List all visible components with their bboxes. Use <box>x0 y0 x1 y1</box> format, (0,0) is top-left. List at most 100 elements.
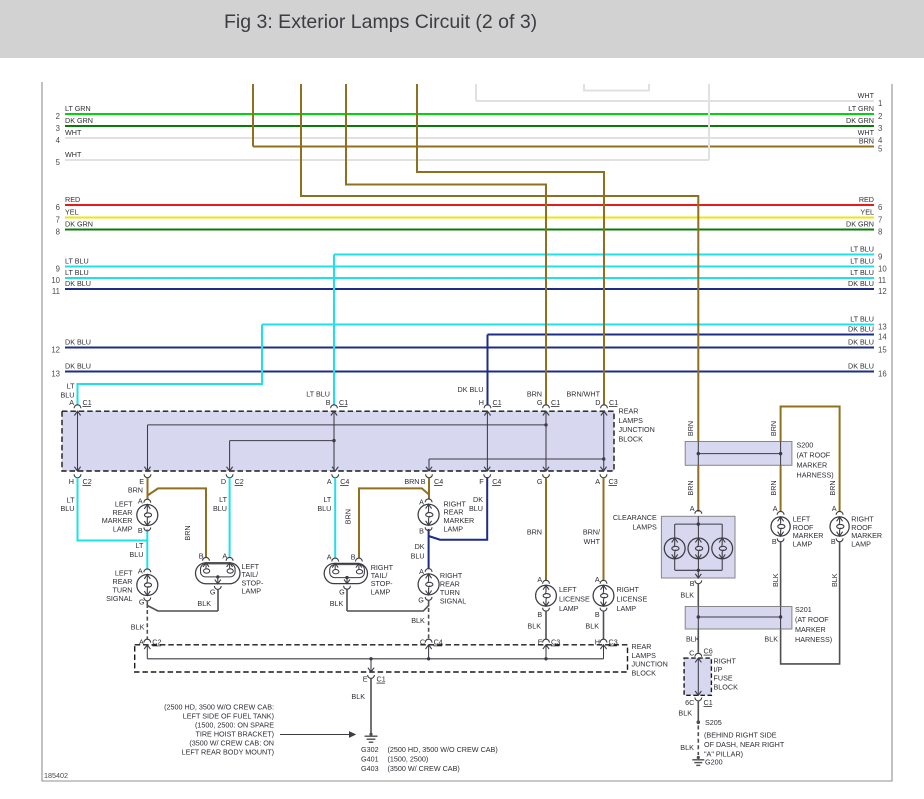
svg-text:A: A <box>595 477 600 486</box>
svg-text:A: A <box>138 496 143 505</box>
svg-text:A: A <box>773 504 778 513</box>
svg-text:5: 5 <box>56 158 61 167</box>
svg-text:BRN: BRN <box>769 480 778 495</box>
svg-text:C1: C1 <box>551 398 560 407</box>
svg-text:LT GRN: LT GRN <box>65 104 91 113</box>
svg-text:BLU: BLU <box>129 550 143 559</box>
svg-text:BLU: BLU <box>469 504 483 513</box>
svg-text:(1500, 2500): (1500, 2500) <box>388 755 429 764</box>
svg-text:B: B <box>690 579 695 588</box>
svg-text:DK BLU: DK BLU <box>848 325 874 334</box>
svg-text:2: 2 <box>56 112 60 121</box>
svg-text:LAMP: LAMP <box>851 540 871 549</box>
svg-text:BRN: BRN <box>769 421 778 436</box>
svg-text:DK BLU: DK BLU <box>848 279 874 288</box>
svg-text:BRN: BRN <box>404 477 419 486</box>
svg-text:RIGHT: RIGHT <box>617 585 640 594</box>
svg-text:14: 14 <box>878 333 887 342</box>
svg-text:BLK: BLK <box>830 573 839 587</box>
svg-text:12: 12 <box>51 346 60 355</box>
svg-text:BRN/WHT: BRN/WHT <box>566 390 600 399</box>
svg-text:REAR: REAR <box>619 406 639 415</box>
svg-text:B: B <box>199 552 204 561</box>
svg-text:B: B <box>419 527 424 536</box>
svg-text:LEFT SIDE OF FUEL TANK): LEFT SIDE OF FUEL TANK) <box>183 712 274 721</box>
svg-text:DK BLU: DK BLU <box>65 338 91 347</box>
svg-text:BLU: BLU <box>213 504 227 513</box>
svg-text:LT: LT <box>323 495 331 504</box>
svg-text:BLU: BLU <box>411 551 425 560</box>
svg-text:BLK: BLK <box>771 573 780 587</box>
svg-text:A: A <box>595 575 600 584</box>
svg-text:C1: C1 <box>704 698 713 707</box>
svg-text:C: C <box>420 637 425 646</box>
svg-text:BLK: BLK <box>764 634 778 643</box>
svg-text:WHT: WHT <box>65 150 82 159</box>
svg-text:B: B <box>326 398 331 407</box>
svg-text:S205: S205 <box>705 718 722 727</box>
svg-text:B: B <box>537 610 542 619</box>
svg-text:(1500, 2500: ON SPARE: (1500, 2500: ON SPARE <box>195 721 274 730</box>
svg-text:C1: C1 <box>339 398 348 407</box>
svg-text:S200: S200 <box>797 441 814 450</box>
svg-text:BRN: BRN <box>183 525 192 540</box>
svg-text:BLK: BLK <box>411 616 425 625</box>
svg-text:11: 11 <box>52 287 60 296</box>
svg-text:MARKER: MARKER <box>797 461 828 470</box>
svg-text:BLK: BLK <box>585 621 599 630</box>
svg-text:12: 12 <box>878 287 887 296</box>
svg-text:6: 6 <box>56 203 60 212</box>
svg-text:2: 2 <box>878 112 882 121</box>
svg-text:A: A <box>419 567 424 576</box>
svg-text:C6: C6 <box>704 647 713 656</box>
svg-text:A: A <box>222 552 227 561</box>
svg-text:LAMP: LAMP <box>617 604 637 613</box>
svg-text:BRN: BRN <box>527 527 542 536</box>
svg-text:LAMP: LAMP <box>113 525 133 534</box>
svg-text:BRN: BRN <box>344 509 353 524</box>
svg-text:C1: C1 <box>83 398 92 407</box>
svg-text:LICENSE: LICENSE <box>559 594 590 603</box>
svg-text:BLK: BLK <box>197 599 211 608</box>
svg-text:A: A <box>327 552 332 561</box>
svg-text:RED: RED <box>859 195 874 204</box>
svg-text:BLK: BLK <box>678 708 692 717</box>
svg-text:6C: 6C <box>685 698 694 707</box>
svg-text:BLU: BLU <box>61 390 75 399</box>
svg-text:WHT: WHT <box>858 91 875 100</box>
svg-text:S201: S201 <box>795 605 812 614</box>
svg-text:LAMP: LAMP <box>559 604 579 613</box>
svg-text:BRN: BRN <box>686 480 695 495</box>
svg-text:LT BLU: LT BLU <box>850 268 874 277</box>
svg-text:1: 1 <box>878 99 882 108</box>
svg-text:C3: C3 <box>609 637 618 646</box>
svg-text:A: A <box>69 398 74 407</box>
svg-text:(3500 W/ CREW CAB: ON: (3500 W/ CREW CAB: ON <box>189 739 274 748</box>
svg-text:BRN: BRN <box>527 390 542 399</box>
svg-text:G302: G302 <box>361 745 379 754</box>
svg-text:LEFT REAR BODY MOUNT): LEFT REAR BODY MOUNT) <box>182 748 274 757</box>
svg-text:E: E <box>538 637 543 646</box>
svg-text:LT: LT <box>67 382 75 391</box>
svg-text:LT BLU: LT BLU <box>65 257 89 266</box>
svg-text:DK: DK <box>415 542 425 551</box>
svg-text:JUNCTION: JUNCTION <box>619 425 655 434</box>
svg-text:BLK: BLK <box>680 743 694 752</box>
svg-text:C1: C1 <box>377 675 386 684</box>
svg-text:16: 16 <box>878 370 887 379</box>
svg-text:BRN/: BRN/ <box>583 527 600 536</box>
svg-text:OF DASH, NEAR RIGHT: OF DASH, NEAR RIGHT <box>704 740 785 749</box>
svg-text:DK GRN: DK GRN <box>65 220 93 229</box>
svg-text:C1: C1 <box>609 398 618 407</box>
svg-text:H: H <box>69 477 74 486</box>
svg-text:DK GRN: DK GRN <box>846 220 874 229</box>
svg-text:C4: C4 <box>340 477 349 486</box>
svg-text:LICENSE: LICENSE <box>617 594 648 603</box>
svg-text:A: A <box>690 504 695 513</box>
svg-text:B: B <box>351 552 356 561</box>
svg-text:C2: C2 <box>152 637 161 646</box>
svg-text:LAMPS: LAMPS <box>632 651 657 660</box>
svg-text:(2500 HD, 3500 W/O CREW CAB:: (2500 HD, 3500 W/O CREW CAB: <box>164 703 274 712</box>
svg-text:DK: DK <box>473 495 483 504</box>
svg-text:LT BLU: LT BLU <box>65 268 89 277</box>
